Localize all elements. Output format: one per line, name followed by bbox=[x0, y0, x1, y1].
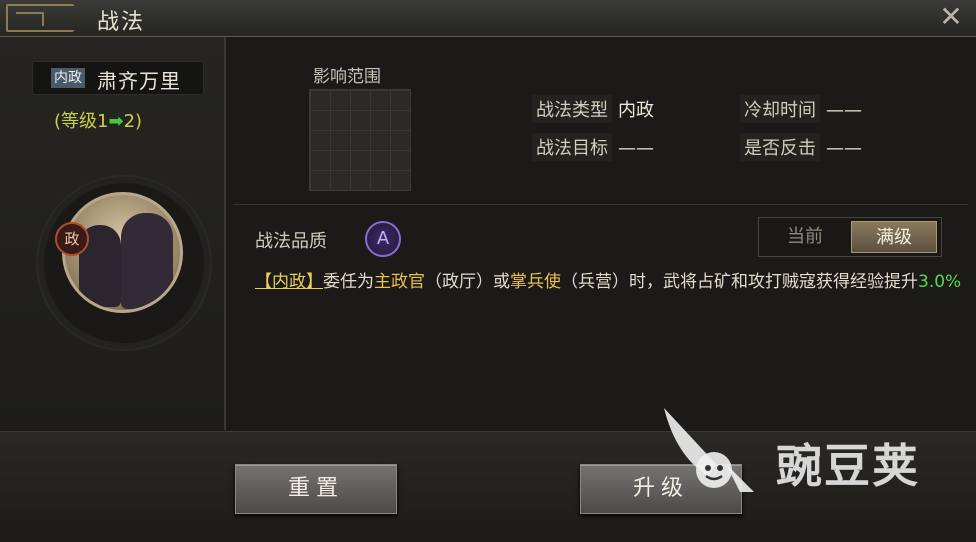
level-progress: (等级1➡2) bbox=[54, 107, 142, 133]
portrait-figure-right bbox=[121, 213, 173, 309]
stat-skill-type: 战法类型 内政 bbox=[532, 95, 654, 123]
stat-skill-type-value: 内政 bbox=[618, 100, 654, 121]
description-tag: 【内政】 bbox=[255, 272, 323, 292]
watermark-text: 豌豆荚 bbox=[776, 439, 920, 493]
stat-target: 战法目标 —— bbox=[532, 133, 654, 161]
title-ornament-icon bbox=[6, 4, 74, 32]
level-arrow-icon: ➡ bbox=[108, 111, 124, 132]
skill-name-box: 内政 肃齐万里 bbox=[32, 61, 204, 95]
stat-target-label: 战法目标 bbox=[532, 133, 612, 161]
level-from: (等级1 bbox=[54, 111, 109, 132]
window-title: 战法 bbox=[97, 10, 146, 35]
close-button[interactable]: ✕ bbox=[936, 2, 966, 32]
level-to: 2) bbox=[123, 111, 143, 132]
watermark-logo-icon bbox=[664, 408, 754, 492]
range-grid bbox=[309, 89, 411, 191]
toggle-max-button[interactable]: 满级 bbox=[851, 221, 937, 253]
stat-skill-type-label: 战法类型 bbox=[532, 95, 612, 123]
skill-summary-panel: 内政 肃齐万里 (等级1➡2) 政 bbox=[0, 37, 226, 430]
skill-description: 【内政】委任为主政官（政厅）或掌兵使（兵营）时，武将占矿和攻打贼寇获得经验提升3… bbox=[255, 268, 965, 296]
section-divider bbox=[233, 204, 968, 205]
quality-grade-badge: A bbox=[365, 221, 401, 257]
skill-type-tag: 内政 bbox=[51, 68, 85, 88]
stat-target-value: —— bbox=[618, 138, 654, 159]
stat-cooldown: 冷却时间 —— bbox=[740, 95, 862, 123]
description-value: 3.0% bbox=[918, 272, 962, 292]
description-part2: （政厅）或 bbox=[425, 272, 510, 292]
stat-counter: 是否反击 —— bbox=[740, 133, 862, 161]
description-role2: 掌兵使 bbox=[510, 272, 561, 292]
stat-counter-label: 是否反击 bbox=[740, 133, 820, 161]
skill-name: 肃齐万里 bbox=[97, 69, 181, 93]
level-view-toggle: 当前 满级 bbox=[758, 217, 942, 257]
description-part1: 委任为 bbox=[323, 272, 374, 292]
range-label: 影响范围 bbox=[313, 67, 381, 87]
politics-badge: 政 bbox=[55, 222, 89, 256]
quality-label: 战法品质 bbox=[255, 231, 327, 252]
description-role1: 主政官 bbox=[374, 272, 425, 292]
toggle-current-button[interactable]: 当前 bbox=[762, 221, 848, 253]
reset-button[interactable]: 重置 bbox=[235, 464, 397, 514]
stat-counter-value: —— bbox=[826, 138, 862, 159]
description-part3: （兵营）时，武将占矿和攻打贼寇获得经验提升 bbox=[561, 272, 918, 292]
skill-portrait-frame bbox=[38, 177, 210, 349]
title-bar: 战法 ✕ bbox=[0, 0, 976, 37]
stat-cooldown-label: 冷却时间 bbox=[740, 95, 820, 123]
close-icon: ✕ bbox=[939, 0, 963, 33]
stat-cooldown-value: —— bbox=[826, 100, 862, 121]
